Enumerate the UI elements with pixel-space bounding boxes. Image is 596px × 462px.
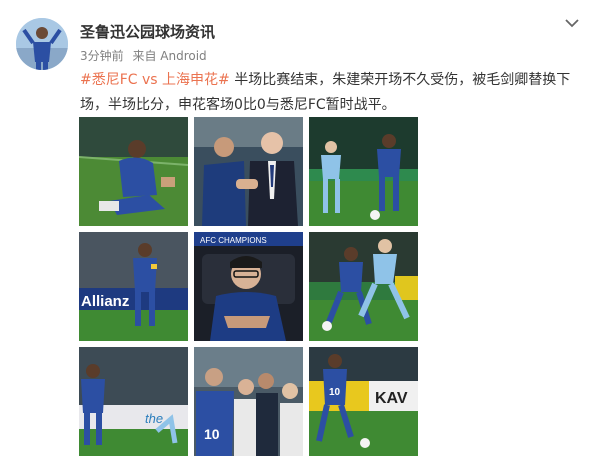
photo-thumbnail[interactable] (309, 232, 418, 341)
chevron-down-icon[interactable] (563, 16, 581, 30)
photo-thumbnail[interactable]: AFC CHAMPIONS (194, 232, 303, 341)
photo-grid: Allianz AFC CHAMPIONS the 10 KAV 10 (79, 117, 418, 456)
banner-text: AFC CHAMPIONS (200, 236, 267, 245)
photo-thumbnail[interactable]: 10 (194, 347, 303, 456)
ad-board-text: the (145, 411, 163, 426)
post-source: 来自 Android (132, 49, 207, 63)
topic-tag[interactable]: #悉尼FC vs 上海申花# (80, 72, 230, 88)
post-meta: 3分钟前 来自 Android (80, 47, 212, 64)
photo-thumbnail[interactable]: KAV 10 (309, 347, 418, 456)
avatar[interactable] (16, 18, 68, 70)
photo-thumbnail[interactable]: the (79, 347, 188, 456)
jersey-number: 10 (329, 387, 341, 398)
photo-thumbnail[interactable] (194, 117, 303, 226)
ad-board-text: Allianz (81, 293, 129, 310)
photo-thumbnail[interactable] (79, 117, 188, 226)
jersey-number: 10 (204, 426, 220, 442)
post-text: #悉尼FC vs 上海申花# 半场比赛结束，朱建荣开场不久受伤，被毛剑卿替换下场… (80, 68, 576, 118)
ad-board-text: KAV (375, 390, 408, 407)
photo-thumbnail[interactable]: Allianz (79, 232, 188, 341)
post-time[interactable]: 3分钟前 (80, 49, 124, 63)
photo-thumbnail[interactable] (309, 117, 418, 226)
author-name[interactable]: 圣鲁迅公园球场资讯 (80, 21, 215, 42)
